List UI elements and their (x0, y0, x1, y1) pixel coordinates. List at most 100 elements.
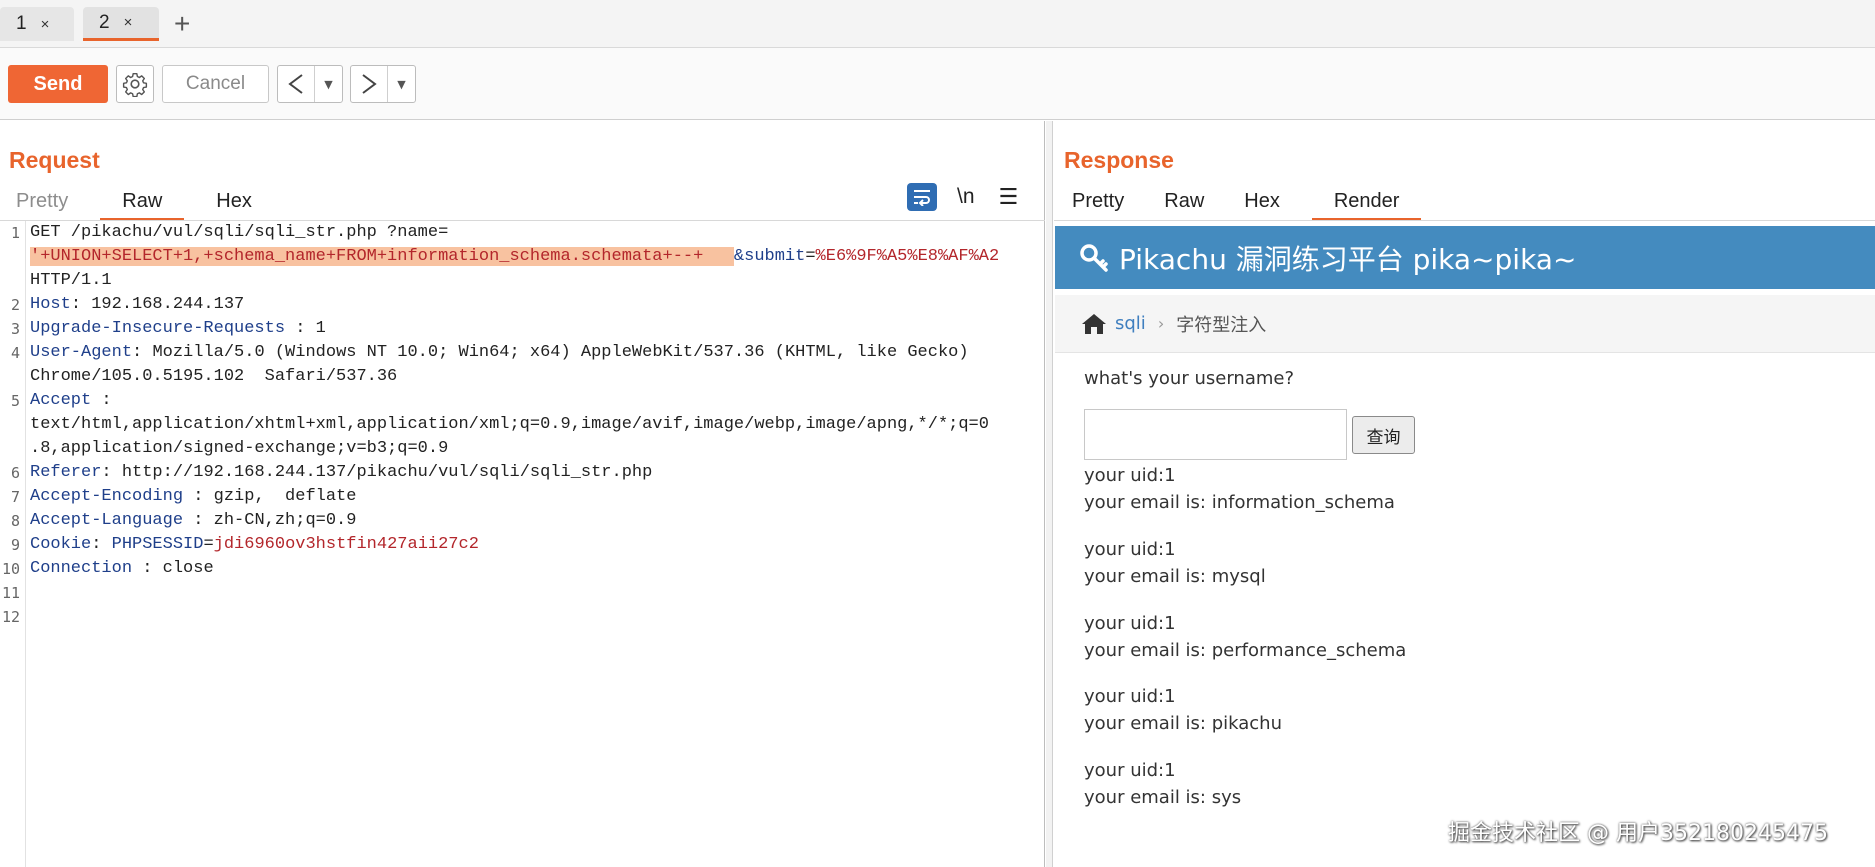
cookie-value: jdi6960ov3hstfin427aii27c2 (213, 535, 479, 554)
header-value: close (162, 559, 214, 578)
breadcrumb-current: 字符型注入 (1176, 314, 1267, 336)
history-forward-control: ▼ (350, 65, 416, 103)
header-sep: : (91, 535, 112, 554)
back-dropdown-button[interactable]: ▼ (314, 66, 342, 102)
send-button[interactable]: Send (8, 65, 108, 103)
rendered-site-header: Pikachu 漏洞练习平台 pika~pika~ (1055, 226, 1875, 289)
line-number: 4 (10, 344, 20, 362)
header-value: Mozilla/5.0 (Windows NT 10.0; Win64; x64… (152, 343, 969, 362)
username-input[interactable] (1084, 409, 1347, 460)
request-editor[interactable]: 1 2 3 4 5 6 7 8 9 10 11 12 GET /pikachu/… (0, 221, 1045, 867)
add-tab-icon[interactable]: + (174, 8, 190, 40)
line-number: 8 (10, 512, 20, 530)
header-upgrade: Upgrade-Insecure-Requests : 1 (30, 317, 326, 341)
header-key: Upgrade-Insecure-Requests (30, 319, 286, 338)
line-number: 12 (1, 608, 20, 626)
param-equals: = (805, 247, 816, 266)
header-accept-cont: .8,application/signed-exchange;v=b3;q=0.… (30, 437, 448, 461)
cancel-button[interactable]: Cancel (162, 65, 269, 103)
tab-pretty[interactable]: Pretty (8, 185, 76, 221)
result-email: your email is: performance_schema (1084, 640, 1407, 661)
result-email: your email is: pikachu (1084, 713, 1282, 734)
header-value: 192.168.244.137 (91, 295, 245, 314)
header-value: text/html,application/xhtml+xml,applicat… (30, 415, 989, 434)
header-value: http://192.168.244.137/pikachu/vul/sqli/… (121, 463, 653, 482)
line-number: 7 (10, 488, 20, 506)
settings-button[interactable] (116, 65, 154, 103)
result-uid: your uid:1 (1084, 760, 1176, 781)
forward-button[interactable] (351, 66, 387, 102)
tab-hex[interactable]: Hex (1236, 185, 1288, 221)
header-key: User-Agent (30, 343, 133, 362)
pane-splitter[interactable] (1046, 121, 1053, 867)
line-number: 11 (1, 584, 20, 602)
breadcrumb-link-sqli[interactable]: sqli (1115, 313, 1146, 334)
breadcrumb: sqli › 字符型注入 (1055, 295, 1875, 353)
tabs-divider (1054, 220, 1875, 221)
header-key: Host (30, 295, 71, 314)
line-number: 5 (10, 392, 20, 410)
header-key: Accept-Encoding (30, 487, 184, 506)
header-accept-encoding: Accept-Encoding : gzip, deflate (30, 485, 356, 509)
request-pane: Request Pretty Raw Hex \n ☰ 1 2 3 4 5 6 … (0, 121, 1045, 867)
header-sep: : (91, 391, 112, 410)
tab-pretty[interactable]: Pretty (1064, 185, 1132, 221)
request-tab-bar: 1 × 2 × + (0, 0, 1875, 48)
result-uid: your uid:1 (1084, 539, 1176, 560)
query-button[interactable]: 查询 (1352, 416, 1415, 454)
header-key: Accept (30, 391, 92, 410)
header-host: Host: 192.168.244.137 (30, 293, 244, 317)
username-prompt: what's your username? (1084, 368, 1295, 389)
http-version: HTTP/1.1 (30, 269, 112, 293)
cookie-name: PHPSESSID (111, 535, 204, 554)
request-view-tools: \n ☰ (907, 183, 1018, 211)
repeater-tab-1[interactable]: 1 × (0, 7, 74, 41)
request-method-path: GET /pikachu/vul/sqli/sqli_str.php ?name… (30, 223, 449, 242)
request-title: Request (9, 147, 100, 173)
header-sep: : (183, 511, 214, 530)
header-sep: : (101, 463, 122, 482)
repeater-tab-2[interactable]: 2 × (83, 7, 159, 41)
result-uid: your uid:1 (1084, 613, 1176, 634)
header-referer: Referer: http://192.168.244.137/pikachu/… (30, 461, 652, 485)
header-accept: Accept : (30, 389, 112, 413)
header-value: Chrome/105.0.5195.102 Safari/537.36 (30, 367, 398, 386)
newline-toggle-icon[interactable]: \n (957, 185, 975, 209)
back-button[interactable] (278, 66, 314, 102)
header-value: zh-CN,zh;q=0.9 (213, 511, 357, 530)
caret-down-icon: ▼ (324, 77, 333, 91)
tab-hex[interactable]: Hex (208, 185, 260, 221)
header-user-agent: User-Agent: Mozilla/5.0 (Windows NT 10.0… (30, 341, 969, 365)
http-version-text: HTTP/1.1 (30, 271, 112, 290)
tab-raw[interactable]: Raw (100, 185, 185, 221)
result-email: your email is: information_schema (1084, 492, 1395, 513)
history-back-control: ▼ (277, 65, 343, 103)
tab-render[interactable]: Render (1311, 185, 1422, 221)
param-name: &submit (733, 247, 806, 266)
header-sep: : (285, 319, 316, 338)
header-user-agent-cont: Chrome/105.0.5195.102 Safari/537.36 (30, 365, 397, 389)
home-icon[interactable] (1081, 313, 1107, 335)
menu-icon[interactable]: ☰ (999, 185, 1019, 210)
request-view-tabs: Pretty Raw Hex (8, 185, 284, 221)
response-title: Response (1064, 147, 1174, 173)
watermark: 掘金技术社区 @ 用户352180245475 (1448, 821, 1828, 846)
close-icon[interactable]: × (124, 14, 133, 31)
result-email: your email is: mysql (1084, 566, 1266, 587)
param-value: %E6%9F%A5%E8%AF%A2 (815, 247, 1000, 266)
line-number: 6 (10, 464, 20, 482)
line-number: 9 (10, 536, 20, 554)
tab-raw[interactable]: Raw (1156, 185, 1212, 221)
header-cookie: Cookie: PHPSESSID=jdi6960ov3hstfin427aii… (30, 533, 479, 557)
close-icon[interactable]: × (41, 16, 50, 33)
forward-dropdown-button[interactable]: ▼ (387, 66, 415, 102)
gear-icon (122, 73, 148, 97)
header-sep: : (70, 295, 92, 314)
header-key: Accept-Language (30, 511, 184, 530)
word-wrap-icon[interactable] (907, 183, 937, 211)
header-accept-cont: text/html,application/xhtml+xml,applicat… (30, 413, 989, 437)
cookie-equals: = (203, 535, 214, 554)
line-number: 10 (1, 560, 20, 578)
header-value: gzip, deflate (213, 487, 357, 506)
header-key: Cookie (30, 535, 92, 554)
